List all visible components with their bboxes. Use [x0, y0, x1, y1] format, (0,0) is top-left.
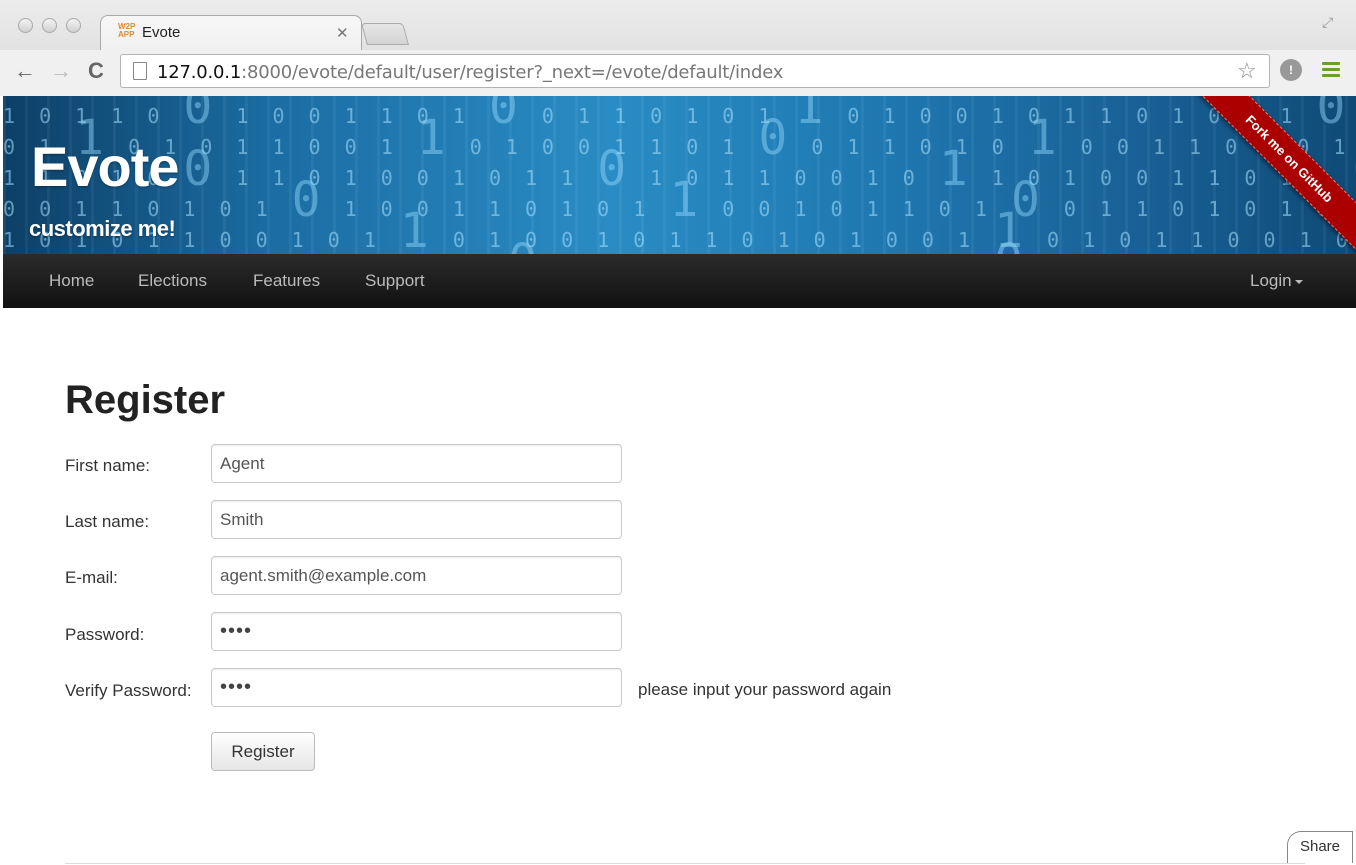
nav-item-features[interactable]: Features — [253, 271, 320, 291]
menu-icon[interactable] — [1322, 62, 1340, 80]
password-field[interactable] — [211, 612, 622, 651]
forward-icon[interactable]: → — [50, 58, 72, 84]
login-dropdown[interactable]: Login — [1250, 271, 1303, 291]
github-ribbon-wrap: Fork me on GitHub — [1176, 96, 1356, 254]
browser-toolbar: ← → C 127.0.0.1:8000/evote/default/user/… — [0, 50, 1356, 96]
minimize-window-button[interactable] — [42, 18, 57, 33]
github-ribbon-label: Fork me on GitHub — [1242, 111, 1337, 206]
nav-item-home[interactable]: Home — [49, 271, 94, 291]
nav-item-support[interactable]: Support — [365, 271, 425, 291]
tab-strip: W2P APP Evote ✕ ⤢ — [0, 0, 1356, 51]
extension-icon[interactable]: ! — [1280, 59, 1302, 81]
site-tagline: customize me! — [29, 216, 176, 241]
reload-icon[interactable]: C — [88, 58, 104, 84]
site-brand[interactable]: Evote — [31, 134, 179, 199]
binary-background: 1 0 1 1 0 0 1 0 0 1 1 0 1 0 0 1 1 0 1 0 … — [3, 96, 1356, 254]
login-label: Login — [1250, 271, 1292, 290]
url-host: 127.0.0.1 — [157, 62, 242, 83]
email-label: E-mail: — [65, 568, 118, 587]
share-button[interactable]: Share — [1287, 831, 1353, 863]
password-label: Password: — [65, 625, 145, 644]
github-ribbon[interactable]: Fork me on GitHub — [1188, 96, 1356, 254]
close-window-button[interactable] — [18, 18, 33, 33]
address-bar[interactable]: 127.0.0.1:8000/evote/default/user/regist… — [120, 54, 1270, 88]
main-navbar: Home Elections Features Support Login — [3, 254, 1356, 308]
tab-title: Evote — [142, 24, 181, 41]
footer-divider — [65, 863, 1305, 864]
fullscreen-icon[interactable]: ⤢ — [1322, 14, 1333, 31]
page-icon — [133, 62, 147, 80]
email-field[interactable] — [211, 556, 622, 595]
favicon-icon: W2P APP — [118, 22, 136, 39]
browser-chrome: W2P APP Evote ✕ ⤢ ← → C 127.0.0.1:8000/e… — [0, 0, 1356, 96]
url-path: :8000/evote/default/user/register?_next=… — [241, 62, 784, 83]
url-text[interactable]: 127.0.0.1:8000/evote/default/user/regist… — [157, 62, 783, 83]
zoom-window-button[interactable] — [66, 18, 81, 33]
tab-close-icon[interactable]: ✕ — [336, 24, 349, 42]
verify-password-help: please input your password again — [638, 680, 892, 699]
new-tab-button[interactable] — [361, 23, 409, 45]
verify-password-field[interactable] — [211, 668, 622, 707]
header-banner: 1 0 1 1 0 0 1 0 0 1 1 0 1 0 0 1 1 0 1 0 … — [3, 96, 1356, 254]
first-name-label: First name: — [65, 456, 151, 475]
verify-password-label: Verify Password: — [65, 681, 192, 700]
register-button[interactable]: Register — [211, 732, 315, 771]
last-name-label: Last name: — [65, 512, 150, 531]
nav-item-elections[interactable]: Elections — [138, 271, 207, 291]
back-icon[interactable]: ← — [14, 58, 36, 84]
caret-down-icon — [1294, 279, 1303, 284]
first-name-field[interactable] — [211, 444, 622, 483]
last-name-field[interactable] — [211, 500, 622, 539]
page-content: 1 0 1 1 0 0 1 0 0 1 1 0 1 0 0 1 1 0 1 0 … — [3, 96, 1356, 865]
page-title: Register — [65, 378, 226, 422]
star-icon[interactable]: ☆ — [1237, 58, 1257, 84]
